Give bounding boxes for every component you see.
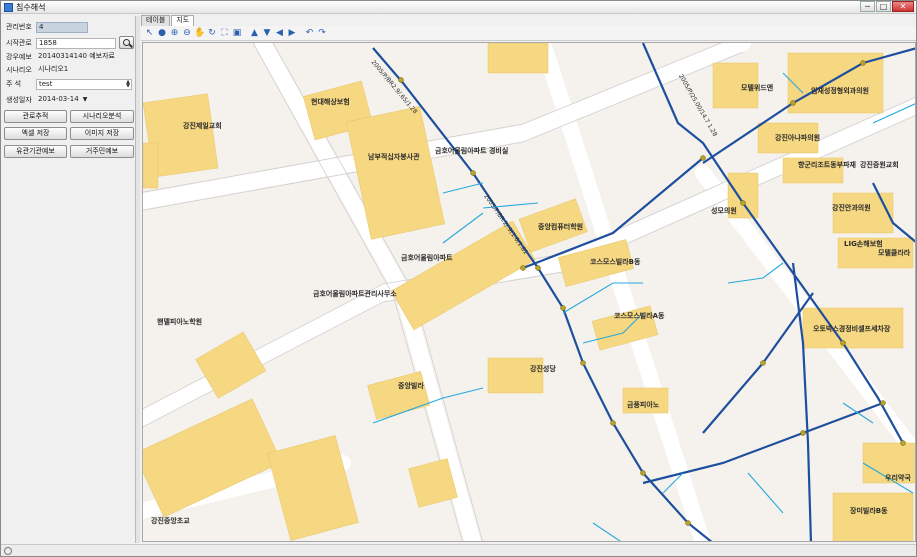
status-icon bbox=[4, 547, 12, 555]
map-label: 코스모스빌라B동 bbox=[590, 258, 641, 266]
map-label: 강진중원교회 bbox=[860, 161, 899, 169]
resident-forecast-button[interactable]: 거주민예보 bbox=[70, 145, 134, 158]
created-date-value: 2014-03-14 bbox=[38, 94, 79, 103]
zoom-extent-icon[interactable]: ▣ bbox=[232, 28, 243, 39]
start-pipe-field[interactable]: 1858 bbox=[36, 37, 116, 49]
close-button[interactable]: ✕ bbox=[892, 1, 914, 12]
map-label: 장미빌라B동 bbox=[850, 507, 888, 515]
created-date-label: 생성일자 bbox=[6, 96, 32, 104]
map-label: 모텔클라라 bbox=[878, 249, 911, 257]
map-label: 남부적십자봉사관 bbox=[368, 153, 420, 161]
panel-splitter[interactable] bbox=[136, 16, 140, 543]
minimize-button[interactable]: ─ bbox=[860, 1, 875, 12]
app-window: 침수해석 ─ □ ✕ 관리번호 4 시작관로 1858 강우예보 2014031… bbox=[0, 0, 917, 557]
pan-hand-icon[interactable]: ✋ bbox=[194, 28, 205, 39]
rain-forecast-label: 강우예보 bbox=[6, 53, 32, 61]
scenario-value: 시나리오1 bbox=[38, 64, 69, 73]
spin-arrows-icon[interactable]: ▲ ▼ bbox=[126, 80, 130, 89]
note-label: 주 석 bbox=[6, 80, 22, 88]
map-label: 금호어울림아파트 경비실 bbox=[435, 147, 509, 155]
map-label: 모텔위드앤 bbox=[741, 84, 774, 92]
excel-save-button[interactable]: 엑셀 저장 bbox=[4, 127, 67, 140]
scenario-row: 시나리오 시나리오1 bbox=[6, 64, 132, 76]
map-label: 우리약국 bbox=[885, 474, 911, 482]
window-title: 침수해석 bbox=[16, 3, 46, 12]
zoom-in-icon[interactable]: ⊕ bbox=[169, 28, 180, 39]
map-label: LIG손해보험 bbox=[844, 240, 883, 248]
map-label: 현대해상보험 bbox=[311, 98, 350, 106]
title-bar: 침수해석 ─ □ ✕ bbox=[1, 1, 916, 14]
scenario-label: 시나리오 bbox=[6, 66, 32, 74]
start-pipe-row: 시작관로 1858 bbox=[6, 37, 116, 49]
map-label: 강진아나파의원 bbox=[775, 134, 821, 142]
map-toolbar: ↖ ● ⊕ ⊖ ✋ ↻ ⛶ ▣ ▲ ▼ ◀ ▶ ↶ ↷ bbox=[141, 26, 916, 41]
chevron-down-icon[interactable]: ▼ bbox=[83, 96, 88, 103]
redo-icon[interactable]: ↷ bbox=[317, 28, 328, 39]
mgmt-no-row: 관리번호 4 bbox=[6, 21, 88, 33]
map-view[interactable]: 현대해상보험 강진제일교회 남부적십자봉사관 금호어울림아파트 경비실 모텔위드… bbox=[142, 42, 916, 542]
map-canvas[interactable] bbox=[143, 43, 916, 542]
zoom-out-icon[interactable]: ⊖ bbox=[182, 28, 193, 39]
created-date-row: 생성일자 2014-03-14 ▼ bbox=[6, 94, 96, 106]
map-label: 향군리조트동부파재 bbox=[798, 161, 856, 169]
map-label: 강진중앙초교 bbox=[151, 517, 190, 525]
arrow-down-icon[interactable]: ▼ bbox=[262, 28, 273, 39]
app-icon bbox=[4, 3, 13, 12]
arrow-up-icon[interactable]: ▲ bbox=[249, 28, 260, 39]
refresh-icon[interactable]: ↻ bbox=[207, 28, 218, 39]
full-extent-icon[interactable]: ⛶ bbox=[219, 28, 230, 39]
map-label: 중앙빌라 bbox=[398, 382, 424, 390]
mgmt-no-label: 관리번호 bbox=[6, 23, 32, 31]
start-pipe-label: 시작관로 bbox=[6, 39, 32, 47]
agency-forecast-button[interactable]: 유관기관예보 bbox=[4, 145, 67, 158]
scenario-analysis-button[interactable]: 시나리오분석 bbox=[70, 110, 134, 123]
note-field[interactable]: test ▲ ▼ bbox=[36, 78, 132, 90]
map-label: 금풍피아노 bbox=[627, 401, 660, 409]
arrow-right-icon[interactable]: ▶ bbox=[287, 28, 298, 39]
map-label: 강진제일교회 bbox=[183, 122, 222, 130]
pipe-trace-button[interactable]: 관로추적 bbox=[4, 110, 67, 123]
view-tabs: 테이블 지도 bbox=[141, 15, 195, 26]
control-panel: 관리번호 4 시작관로 1858 강우예보 20140314140 예보자료 시… bbox=[3, 16, 136, 543]
map-label: 강진성당 bbox=[530, 365, 556, 373]
search-button[interactable] bbox=[119, 36, 134, 49]
select-arrow-icon[interactable]: ↖ bbox=[144, 28, 155, 39]
map-label: 오토박스경정비셀프세차장 bbox=[813, 325, 891, 333]
map-label: 강진안과의원 bbox=[832, 204, 871, 212]
map-label: 성모의원 bbox=[711, 207, 737, 215]
undo-icon[interactable]: ↶ bbox=[304, 28, 315, 39]
tab-map[interactable]: 지도 bbox=[171, 15, 195, 26]
maximize-button[interactable]: □ bbox=[876, 1, 891, 12]
status-bar bbox=[1, 544, 916, 556]
arrow-left-icon[interactable]: ◀ bbox=[274, 28, 285, 39]
map-label: 중앙컴퓨터학원 bbox=[538, 223, 584, 231]
rain-forecast-value: 20140314140 예보자료 bbox=[38, 51, 115, 60]
mgmt-no-field[interactable]: 4 bbox=[36, 21, 88, 33]
created-date-picker[interactable]: 2014-03-14 ▼ bbox=[36, 95, 96, 106]
globe-icon[interactable]: ● bbox=[157, 28, 168, 39]
note-row: 주 석 test ▲ ▼ bbox=[6, 78, 132, 90]
map-label: 코스모스빌라A동 bbox=[614, 312, 665, 320]
rain-forecast-row: 강우예보 20140314140 예보자료 bbox=[6, 51, 132, 63]
map-label: 금호어울림아파트 bbox=[401, 254, 453, 262]
map-label: 임재성정형외과의원 bbox=[811, 87, 869, 95]
image-save-button[interactable]: 이미지 저장 bbox=[70, 127, 134, 140]
note-value: test bbox=[39, 79, 53, 88]
tab-table[interactable]: 테이블 bbox=[141, 15, 171, 26]
map-label: 핸델피아노학원 bbox=[157, 318, 203, 326]
map-label: 금호어울림아파트관리사무소 bbox=[313, 290, 397, 298]
